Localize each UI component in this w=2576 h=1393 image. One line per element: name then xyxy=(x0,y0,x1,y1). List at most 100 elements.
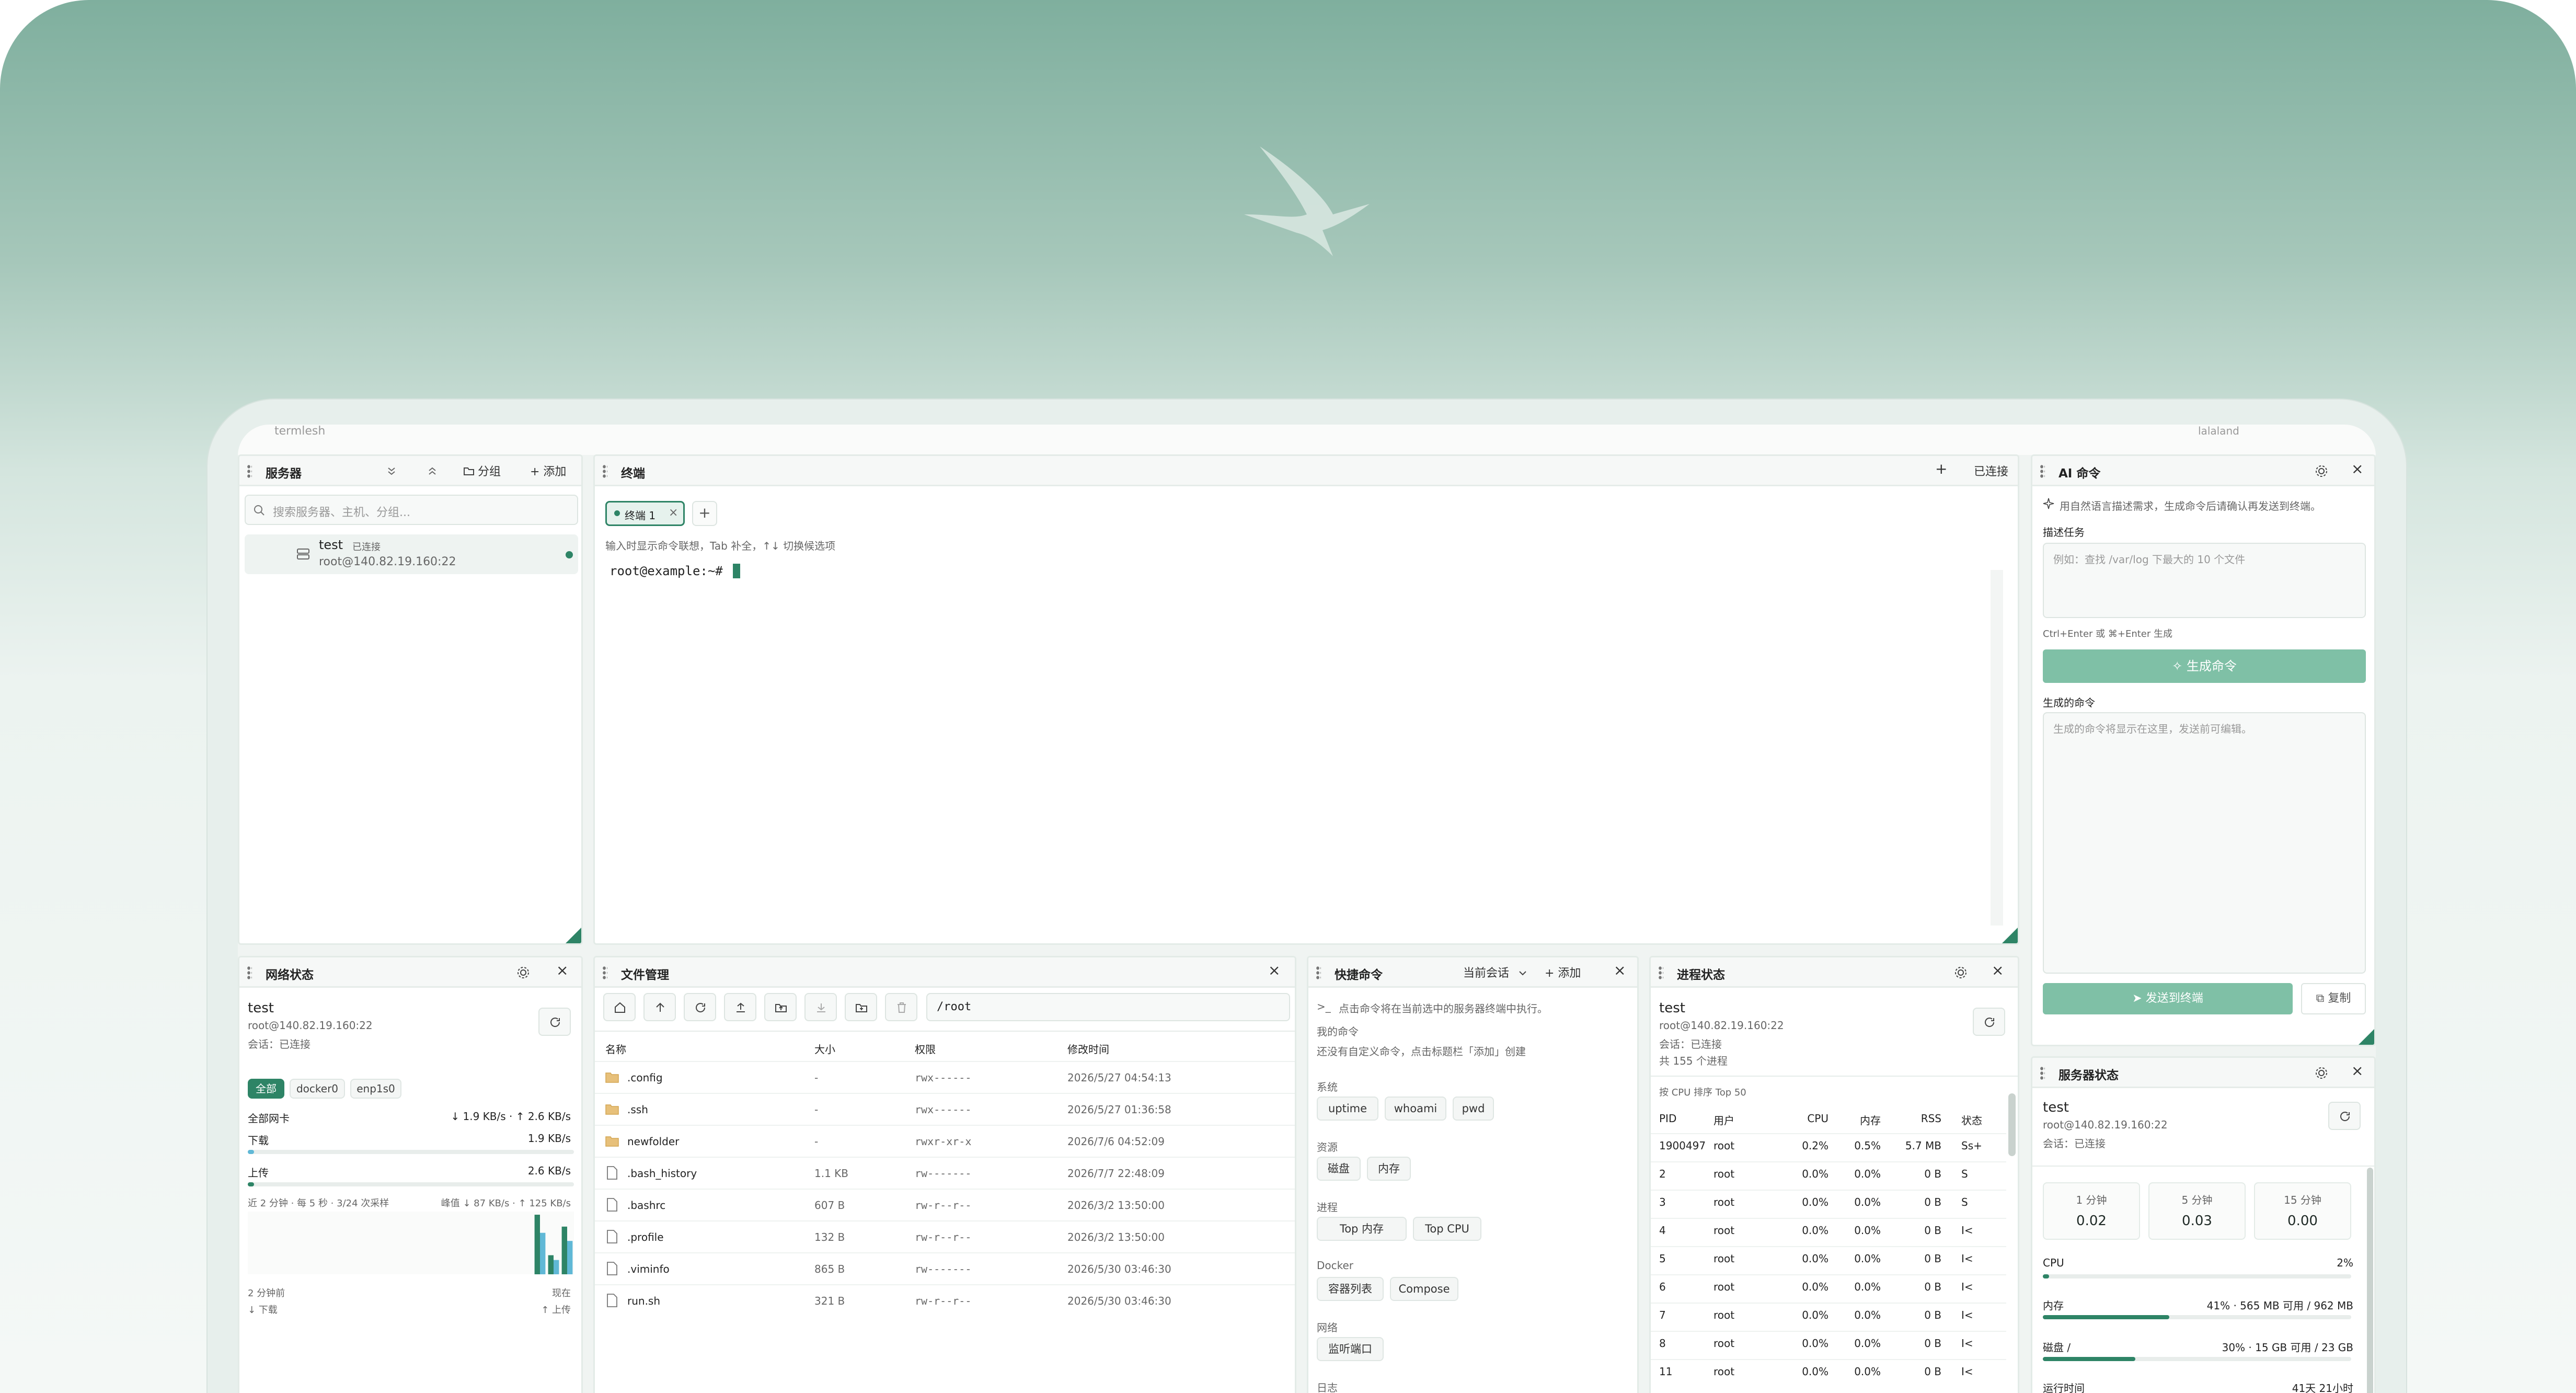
resize-handle[interactable] xyxy=(2359,1029,2374,1045)
process-cell: 0.0% xyxy=(1854,1281,1881,1293)
close-icon[interactable]: × xyxy=(2351,460,2363,477)
drag-handle-icon[interactable] xyxy=(2040,1066,2045,1080)
ai-header: AI 命令 × xyxy=(2032,456,2374,486)
command-chip[interactable]: 内存 xyxy=(1367,1157,1411,1181)
new-tab-icon[interactable]: + xyxy=(1935,460,1947,477)
refresh-button[interactable] xyxy=(1973,1008,2005,1036)
file-row[interactable]: .profile 132 B rw-r--r-- 2026/3/2 13:50:00 xyxy=(595,1220,1295,1252)
add-server-button[interactable]: + 添加 xyxy=(530,462,566,479)
command-chip[interactable]: 容器列表 xyxy=(1317,1277,1384,1301)
gear-icon[interactable] xyxy=(2315,1066,2328,1080)
gear-icon[interactable] xyxy=(2315,464,2328,478)
drag-handle-icon[interactable] xyxy=(1658,966,1663,979)
send-to-terminal-button[interactable]: ➤ 发送到终端 xyxy=(2043,983,2293,1014)
user-label[interactable]: lalaland xyxy=(2198,425,2239,437)
process-cell: 0 B xyxy=(1924,1252,1941,1265)
servers-title: 服务器 xyxy=(266,467,302,481)
file-row[interactable]: .bash_history 1.1 KB rw------- 2026/7/7 22:… xyxy=(595,1157,1295,1189)
file-mtime: 2026/7/6 04:52:09 xyxy=(1067,1135,1165,1148)
copy-button[interactable]: ⧉ 复制 xyxy=(2301,983,2366,1014)
drag-handle-icon[interactable] xyxy=(2040,464,2045,478)
process-cell: 5.7 MB xyxy=(1905,1139,1941,1152)
load-value: 0.00 xyxy=(2287,1213,2318,1229)
cpu-value: 2% xyxy=(2337,1257,2353,1269)
gear-icon[interactable] xyxy=(516,966,530,979)
nic-tab-all[interactable]: 全部 xyxy=(248,1079,284,1099)
close-icon[interactable]: × xyxy=(556,962,568,979)
process-col-header[interactable]: PID xyxy=(1659,1112,1676,1125)
drag-handle-icon[interactable] xyxy=(602,464,607,478)
task-label: 描述任务 xyxy=(2043,526,2085,539)
command-chip[interactable]: Compose xyxy=(1390,1277,1458,1301)
server-search[interactable]: 搜索服务器、主机、分组... xyxy=(245,495,578,525)
folder-icon xyxy=(464,467,474,475)
command-chip[interactable]: 磁盘 xyxy=(1317,1157,1361,1181)
command-chip[interactable]: whoami xyxy=(1385,1097,1446,1121)
command-chip[interactable]: Top CPU xyxy=(1413,1217,1481,1241)
search-input[interactable]: 搜索服务器、主机、分组... xyxy=(273,503,410,520)
close-tab-icon[interactable]: × xyxy=(669,506,678,519)
terminal-output[interactable]: root@example:~# xyxy=(605,561,2001,927)
command-chip[interactable]: 监听端口 xyxy=(1317,1337,1384,1361)
file-row[interactable]: .viminfo 865 B rw------- 2026/5/30 03:46:30 xyxy=(595,1252,1295,1284)
file-row[interactable]: .config - rwx------ 2026/5/27 04:54:13 xyxy=(595,1061,1295,1093)
close-icon[interactable]: × xyxy=(2351,1062,2363,1079)
generate-button[interactable]: ✧ 生成命令 xyxy=(2043,649,2366,683)
process-col-header[interactable]: RSS xyxy=(1921,1112,1941,1125)
file-row[interactable]: .ssh - rwx------ 2026/5/27 01:36:58 xyxy=(595,1093,1295,1125)
refresh-button[interactable] xyxy=(538,1008,571,1036)
process-cell: I< xyxy=(1961,1281,1973,1293)
file-size: - xyxy=(814,1135,819,1148)
process-cell: I< xyxy=(1961,1252,1973,1265)
refresh-button[interactable] xyxy=(2328,1102,2361,1130)
generate-label: 生成命令 xyxy=(2186,659,2237,673)
server-item-test[interactable]: test 已连接 root@140.82.19.160:22 xyxy=(245,534,578,574)
process-row-divider xyxy=(1651,1190,2006,1191)
process-cell: root xyxy=(1714,1365,1735,1378)
task-textarea[interactable]: 例如：查找 /var/log 下最大的 10 个文件 xyxy=(2043,543,2366,618)
process-row-divider xyxy=(1651,1161,2006,1162)
gear-icon[interactable] xyxy=(1954,966,1968,979)
process-cell: root xyxy=(1714,1281,1735,1293)
traffic-chart xyxy=(248,1212,574,1274)
collapse-all-icon[interactable] xyxy=(386,465,397,477)
load-5min: 5 分钟 0.03 xyxy=(2148,1182,2246,1240)
resize-handle[interactable] xyxy=(2002,928,2018,943)
process-cell: 0.0% xyxy=(1802,1224,1828,1237)
process-cell: I< xyxy=(1961,1224,1973,1237)
file-row[interactable]: .bashrc 607 B rw-r--r-- 2026/3/2 13:50:00 xyxy=(595,1189,1295,1220)
resize-handle[interactable] xyxy=(566,928,581,943)
process-col-header[interactable]: 状态 xyxy=(1961,1112,1982,1127)
tab-terminal-1[interactable]: 终端 1 × xyxy=(605,501,685,526)
status-scrollbar[interactable] xyxy=(2367,1168,2373,1393)
process-col-header[interactable]: 用户 xyxy=(1714,1112,1734,1127)
command-chip[interactable]: pwd xyxy=(1453,1097,1494,1121)
file-row[interactable]: run.sh 321 B rw-r--r-- 2026/5/30 03:46:30 xyxy=(595,1284,1295,1316)
process-col-header[interactable]: CPU xyxy=(1807,1112,1828,1125)
terminal-scrollbar[interactable] xyxy=(1991,570,2003,926)
load-value: 0.02 xyxy=(2076,1213,2107,1229)
group-button[interactable]: 分组 xyxy=(478,462,501,479)
command-chip[interactable]: uptime xyxy=(1317,1097,1378,1121)
files-panel: 文件管理 × /root 名称 大小 权限 修改时间 .config - rwx--… xyxy=(593,956,1296,1393)
file-mtime: 2026/7/7 22:48:09 xyxy=(1067,1167,1165,1180)
process-col-header[interactable]: 内存 xyxy=(1860,1112,1881,1127)
file-perm: rw-r--r-- xyxy=(915,1231,972,1243)
process-cell: 3 xyxy=(1659,1196,1666,1208)
drag-handle-icon[interactable] xyxy=(247,966,252,979)
file-row[interactable]: newfolder - rwxr-xr-x 2026/7/6 04:52:09 xyxy=(595,1125,1295,1157)
generated-textarea[interactable]: 生成的命令将显示在这里，发送前可编辑。 xyxy=(2043,712,2366,974)
download-sample-bar xyxy=(554,1260,559,1274)
load-label: 5 分钟 xyxy=(2181,1194,2213,1206)
command-chip[interactable]: Top 内存 xyxy=(1317,1217,1407,1241)
process-table: PID 用户 CPU 内存 RSS 状态 1900497 root 0.2% 0.5% 5.7 MB… xyxy=(1651,1104,2006,1393)
nic-tab-docker0[interactable]: docker0 xyxy=(290,1079,345,1099)
add-tab-button[interactable]: + xyxy=(692,501,717,526)
load-1min: 1 分钟 0.02 xyxy=(2043,1182,2140,1240)
load-label: 15 分钟 xyxy=(2284,1194,2321,1206)
close-icon[interactable]: × xyxy=(1992,962,2004,979)
nic-tab-enp1s0[interactable]: enp1s0 xyxy=(350,1079,401,1099)
expand-all-icon[interactable] xyxy=(427,465,438,477)
process-scrollbar[interactable] xyxy=(2008,1093,2016,1156)
drag-handle-icon[interactable] xyxy=(247,464,252,478)
